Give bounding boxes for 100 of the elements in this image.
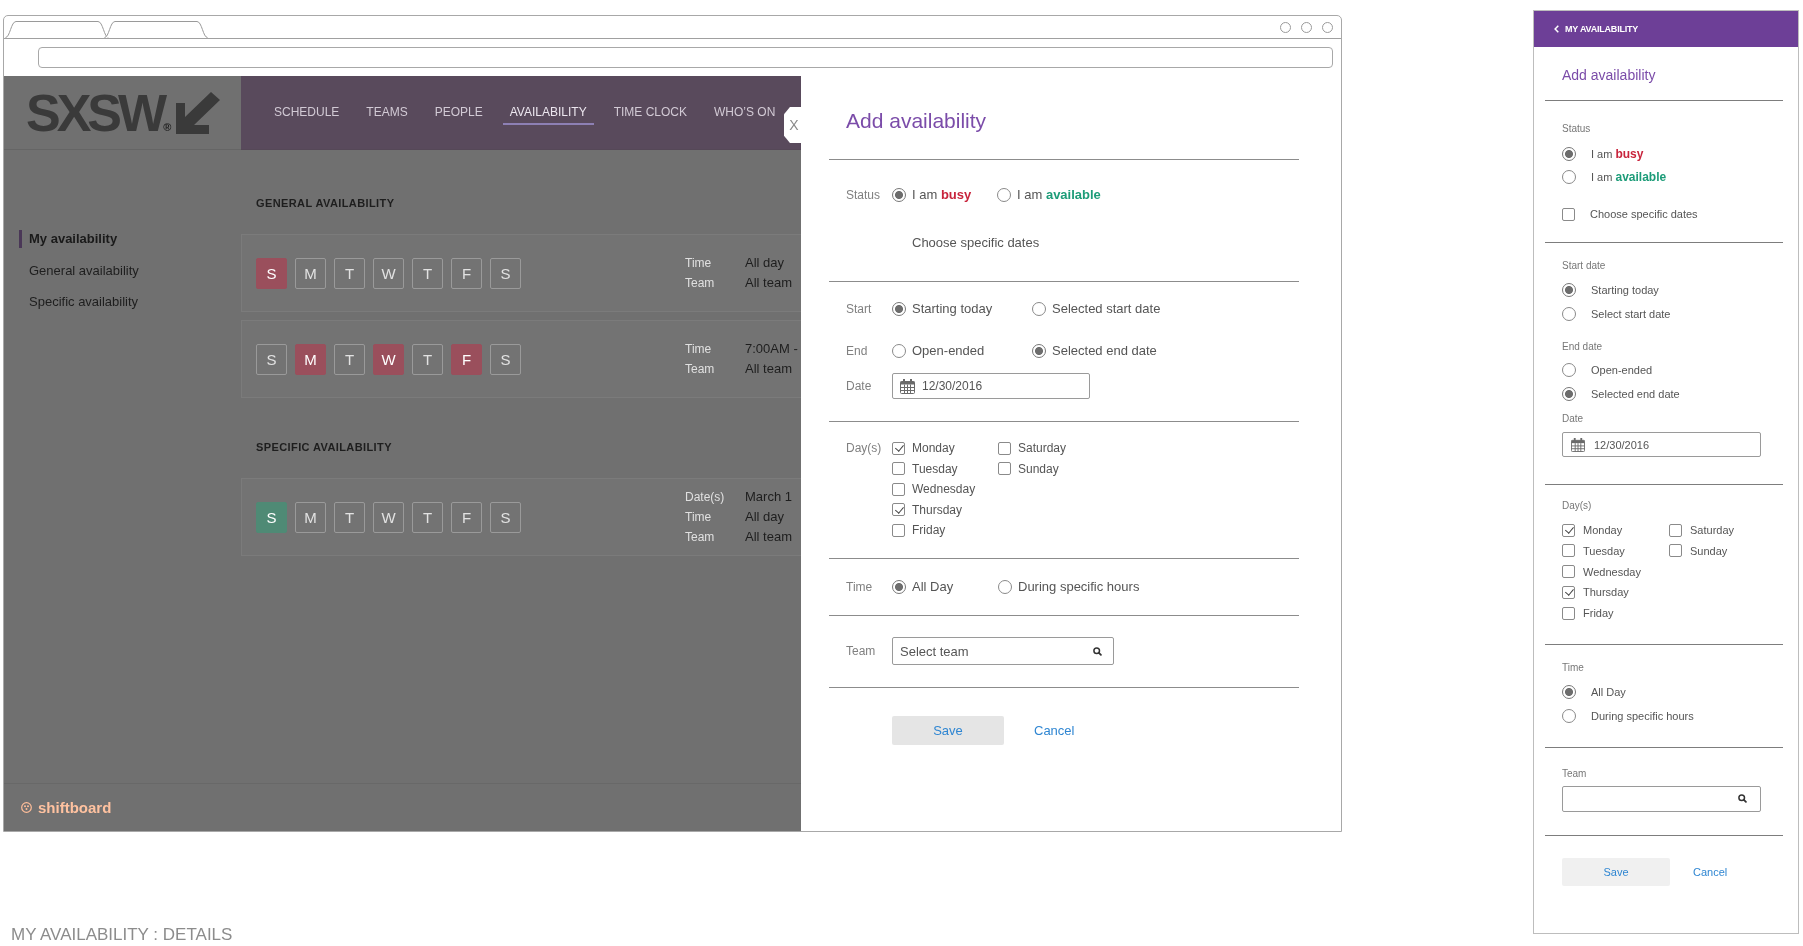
radio-button[interactable]: [998, 580, 1012, 594]
option-label: All Day: [912, 578, 954, 596]
detail-value: All day: [745, 508, 786, 526]
browser-tab[interactable]: [5, 21, 109, 38]
radio-button[interactable]: [1562, 363, 1576, 377]
field-label: Start date: [1562, 260, 1606, 272]
option-label: Choose specific dates: [1590, 207, 1698, 222]
day-marker: S: [256, 257, 287, 289]
radio-button[interactable]: [892, 302, 906, 316]
checkbox[interactable]: [1562, 565, 1575, 578]
date-field[interactable]: 12/30/2016: [892, 373, 1090, 399]
detail-label: Time: [685, 255, 713, 272]
nav-tab[interactable]: SCHEDULE: [267, 100, 347, 125]
radio-button[interactable]: [1032, 302, 1046, 316]
close-button[interactable]: X: [784, 107, 801, 143]
radio-button[interactable]: [1562, 283, 1576, 297]
day-marker: W: [373, 257, 404, 289]
checkbox[interactable]: [1562, 544, 1575, 558]
checkbox[interactable]: [892, 462, 905, 475]
option-label: Select start date: [1591, 307, 1671, 322]
option-label: Open-ended: [912, 342, 985, 360]
field-label: End date: [1562, 341, 1603, 353]
panel-title: Add availability: [1562, 66, 1657, 84]
radio-button[interactable]: [892, 188, 906, 202]
radio-button[interactable]: [1562, 387, 1576, 401]
radio-button[interactable]: [892, 580, 906, 594]
day-marker: T: [334, 501, 365, 533]
field-label: Date: [1562, 413, 1584, 425]
checkbox[interactable]: [892, 441, 905, 455]
down-left-arrow-icon: [176, 91, 221, 134]
radio-button[interactable]: [892, 344, 906, 358]
option-label: I am available: [1591, 169, 1667, 186]
option-label: Sunday: [1018, 460, 1059, 478]
day-marker: T: [412, 257, 443, 289]
option-label: Sunday: [1690, 543, 1728, 559]
sidebar-item[interactable]: General availability: [19, 261, 139, 280]
nav-tab[interactable]: PEOPLE: [427, 100, 490, 125]
nav-tab[interactable]: WHO’S ON: [707, 100, 783, 125]
cancel-link[interactable]: Cancel: [1693, 866, 1728, 878]
window-button[interactable]: [1301, 21, 1312, 33]
detail-value: All team: [745, 274, 792, 292]
checkbox[interactable]: [1562, 207, 1575, 221]
choose-dates-text: Choose specific dates: [911, 234, 1041, 252]
search-icon: [1738, 794, 1747, 803]
sidebar-item[interactable]: Specific availability: [19, 293, 139, 311]
save-button[interactable]: Save: [1562, 858, 1670, 886]
option-label: Wednesday: [1583, 564, 1641, 580]
nav-tab[interactable]: AVAILABILITY: [502, 100, 594, 125]
radio-button[interactable]: [1562, 685, 1576, 699]
radio-button[interactable]: [1562, 709, 1576, 723]
calendar-icon: [1571, 437, 1585, 452]
checkbox[interactable]: [1562, 606, 1575, 620]
chevron-left-icon: [1554, 25, 1559, 33]
browser-tab[interactable]: [104, 21, 208, 38]
checkbox[interactable]: [1669, 523, 1682, 537]
team-search-field[interactable]: [1562, 786, 1761, 812]
field-label: Status: [845, 187, 882, 204]
checkbox[interactable]: [1562, 585, 1575, 599]
back-button[interactable]: MY AVAILABILITY: [1554, 24, 1639, 34]
checkbox[interactable]: [998, 441, 1011, 455]
checkbox[interactable]: [892, 523, 905, 537]
caption-text: MY AVAILABILITY : DETAILS: [11, 925, 234, 945]
day-marker: M: [295, 257, 326, 289]
team-search-field[interactable]: Select team: [892, 637, 1114, 665]
sidebar-item[interactable]: My availability: [19, 230, 118, 248]
radio-button[interactable]: [1562, 307, 1576, 321]
save-button[interactable]: Save: [892, 716, 1004, 745]
section-heading: SPECIFIC AVAILABILITY: [255, 440, 393, 454]
day-marker: F: [451, 501, 482, 533]
option-label: Monday: [1583, 523, 1623, 538]
field-label: Time: [1562, 662, 1584, 674]
radio-button[interactable]: [1562, 147, 1576, 161]
window-button[interactable]: [1322, 21, 1333, 33]
checkbox[interactable]: [1562, 523, 1575, 537]
option-label: Saturday: [1018, 440, 1067, 457]
field-label: Day(s): [845, 440, 883, 457]
nav-tab[interactable]: TIME CLOCK: [606, 100, 694, 125]
radio-button[interactable]: [1032, 344, 1046, 358]
checkbox[interactable]: [892, 482, 905, 496]
day-marker: T: [334, 343, 365, 375]
address-bar[interactable]: [38, 47, 1333, 68]
nav-tab[interactable]: TEAMS: [359, 100, 415, 125]
day-marker: S: [256, 343, 287, 375]
option-label: Tuesday: [912, 460, 958, 478]
field-label: End: [845, 343, 869, 360]
field-label: Date: [845, 378, 873, 395]
option-label: I am available: [1017, 186, 1101, 204]
option-label: Wednesday: [912, 481, 976, 498]
window-button[interactable]: [1280, 21, 1291, 33]
cancel-link[interactable]: Cancel: [1034, 723, 1075, 738]
option-label: Open-ended: [1591, 363, 1653, 378]
radio-button[interactable]: [997, 188, 1011, 202]
checkbox[interactable]: [998, 462, 1011, 475]
detail-label: Team: [685, 275, 716, 292]
checkbox[interactable]: [1669, 544, 1682, 558]
detail-value: All team: [745, 528, 792, 546]
checkbox[interactable]: [892, 503, 905, 516]
date-field[interactable]: 12/30/2016: [1562, 432, 1761, 457]
radio-button[interactable]: [1562, 170, 1576, 184]
detail-label: Team: [685, 361, 716, 378]
